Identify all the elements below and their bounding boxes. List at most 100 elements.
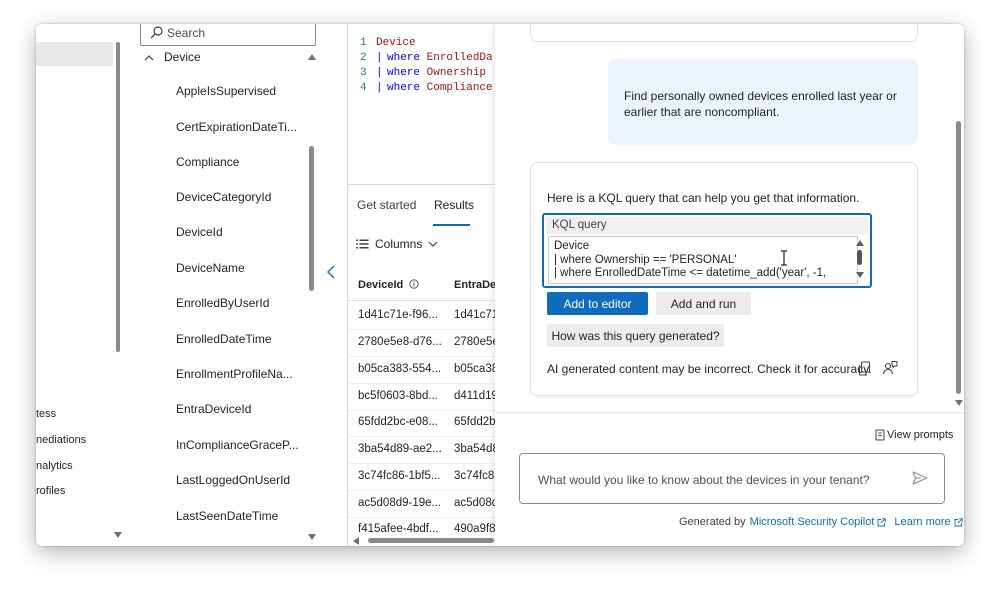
code-table: Device <box>376 37 416 49</box>
code-editor[interactable]: 1 Device 2 | where EnrolledDa 3 | where … <box>348 24 496 184</box>
nav-item-selected[interactable] <box>36 42 113 66</box>
search-box[interactable] <box>140 24 316 46</box>
send-icon[interactable] <box>912 471 928 485</box>
search-input[interactable] <box>167 24 307 42</box>
row-divider <box>348 436 496 437</box>
search-icon <box>150 26 163 39</box>
columns-button[interactable]: Columns <box>356 237 444 251</box>
schema-group-device[interactable]: Device <box>144 46 201 68</box>
schema-field[interactable]: EnrolledDateTime <box>176 332 272 346</box>
copilot-response-card: Here is a KQL query that can help you ge… <box>530 162 918 396</box>
code-pipe: | <box>376 67 383 79</box>
view-prompts-button[interactable]: View prompts <box>875 429 953 441</box>
table-cell: b05ca38 <box>454 363 499 375</box>
text-cursor-icon <box>781 250 787 266</box>
row-divider <box>348 383 496 384</box>
prompt-input[interactable] <box>538 471 898 489</box>
learn-more-label: Learn more <box>894 516 951 528</box>
schema-group-label: Device <box>164 50 201 64</box>
results-scroll-left-arrow[interactable] <box>353 537 359 545</box>
table-cell: 3c74fc86-1bf5... <box>358 470 441 482</box>
nav-item[interactable]: tess <box>36 408 56 420</box>
code-keyword: where <box>387 82 421 94</box>
chevron-left-icon <box>327 265 335 279</box>
query-workspace: 1 Device 2 | where EnrolledDa 3 | where … <box>347 24 502 546</box>
feedback-icon[interactable] <box>882 360 898 376</box>
column-header-deviceid[interactable]: DeviceId <box>358 279 419 291</box>
collapse-panel-button[interactable] <box>326 264 338 282</box>
kql-line: Device <box>554 240 590 252</box>
code-pipe: | <box>376 82 383 94</box>
row-divider <box>348 517 496 518</box>
chat-scrollbar-thumb[interactable] <box>956 121 961 394</box>
app-window: tess nediations nalytics rofiles Device … <box>36 24 964 546</box>
kql-query-text[interactable]: Device | where Ownership == 'PERSONAL' |… <box>548 236 858 284</box>
table-cell: 65fdd2bc-e08... <box>358 416 438 428</box>
line-number: 3 <box>360 67 367 79</box>
user-message: Find personally owned devices enrolled l… <box>608 59 918 145</box>
kql-scroll-up-arrow[interactable] <box>856 240 864 246</box>
nav-item[interactable]: nediations <box>36 434 86 446</box>
footer: Generated by Microsoft Security Copilot … <box>679 516 964 528</box>
security-copilot-link-label: Microsoft Security Copilot <box>749 516 875 528</box>
schema-field[interactable]: LastSeenDateTime <box>176 509 278 523</box>
add-and-run-button[interactable]: Add and run <box>656 292 751 315</box>
tab-results[interactable]: Results <box>434 198 474 212</box>
copy-icon[interactable] <box>858 361 871 376</box>
schema-field[interactable]: EntraDeviceId <box>176 402 251 416</box>
kql-scrollbar-thumb[interactable] <box>857 250 862 265</box>
kql-query-box[interactable]: KQL query Device | where Ownership == 'P… <box>542 213 872 288</box>
schema-field[interactable]: DeviceId <box>176 225 223 239</box>
header-divider <box>348 300 496 301</box>
left-navigation: tess nediations nalytics rofiles <box>36 24 122 546</box>
code-keyword: where <box>387 52 421 64</box>
chat-scroll-down-arrow[interactable] <box>955 400 963 406</box>
chat-history: Find personally owned devices enrolled l… <box>495 24 964 413</box>
schema-field[interactable]: EnrollmentProfileNa... <box>176 367 293 381</box>
table-cell: 1d41c71 <box>454 309 499 321</box>
footer-prefix: Generated by <box>679 516 746 528</box>
schema-field[interactable]: DeviceCategoryId <box>176 190 271 204</box>
info-icon[interactable] <box>409 279 419 289</box>
add-to-editor-button[interactable]: Add to editor <box>547 292 648 315</box>
external-link-icon <box>954 517 963 526</box>
row-divider <box>348 329 496 330</box>
schema-field[interactable]: DeviceName <box>176 261 245 275</box>
schema-field[interactable]: EnrolledByUserId <box>176 296 269 310</box>
schema-scrollbar-thumb[interactable] <box>309 146 314 291</box>
nav-item[interactable]: nalytics <box>36 460 73 472</box>
schema-field[interactable]: InComplianceGraceP... <box>176 438 299 452</box>
nav-scrollbar-thumb[interactable] <box>116 42 120 352</box>
row-divider <box>348 463 496 464</box>
schema-field[interactable]: CertExpirationDateTi... <box>176 120 297 134</box>
learn-more-link[interactable]: Learn more <box>894 516 964 528</box>
schema-field[interactable]: LastLoggedOnUserId <box>176 473 290 487</box>
security-copilot-link[interactable]: Microsoft Security Copilot <box>750 516 895 528</box>
table-cell: 3ba54d89-ae2... <box>358 443 442 455</box>
ai-disclaimer: AI generated content may be incorrect. C… <box>547 362 872 376</box>
prompt-book-icon <box>875 429 885 441</box>
results-horizontal-scrollbar[interactable] <box>368 538 494 543</box>
schema-scroll-down-arrow[interactable] <box>308 534 316 540</box>
row-divider <box>348 490 496 491</box>
nav-item[interactable]: rofiles <box>36 485 65 497</box>
schema-field[interactable]: AppleIsSupervised <box>176 84 276 98</box>
schema-scroll-up-arrow[interactable] <box>308 54 316 60</box>
table-cell: 490a9f8 <box>454 523 496 535</box>
code-field: Ownership <box>426 67 487 79</box>
table-cell: 1d41c71e-f96... <box>358 309 438 321</box>
tab-get-started[interactable]: Get started <box>357 198 416 212</box>
table-cell: 65fdd2b <box>454 416 496 428</box>
nav-scroll-down-arrow[interactable] <box>114 532 122 538</box>
schema-panel: Device AppleIsSupervised CertExpirationD… <box>140 24 324 546</box>
code-field: EnrolledDa <box>426 52 493 64</box>
prompt-box[interactable] <box>519 453 945 504</box>
schema-field[interactable]: Compliance <box>176 155 239 169</box>
kql-scroll-down-arrow[interactable] <box>856 272 864 278</box>
column-header-label: DeviceId <box>358 279 404 291</box>
chevron-up-icon <box>144 54 154 60</box>
how-generated-button[interactable]: How was this query generated? <box>547 324 724 347</box>
table-cell: d411d19 <box>454 390 498 402</box>
response-intro: Here is a KQL query that can help you ge… <box>547 191 860 205</box>
line-number: 4 <box>360 82 367 94</box>
